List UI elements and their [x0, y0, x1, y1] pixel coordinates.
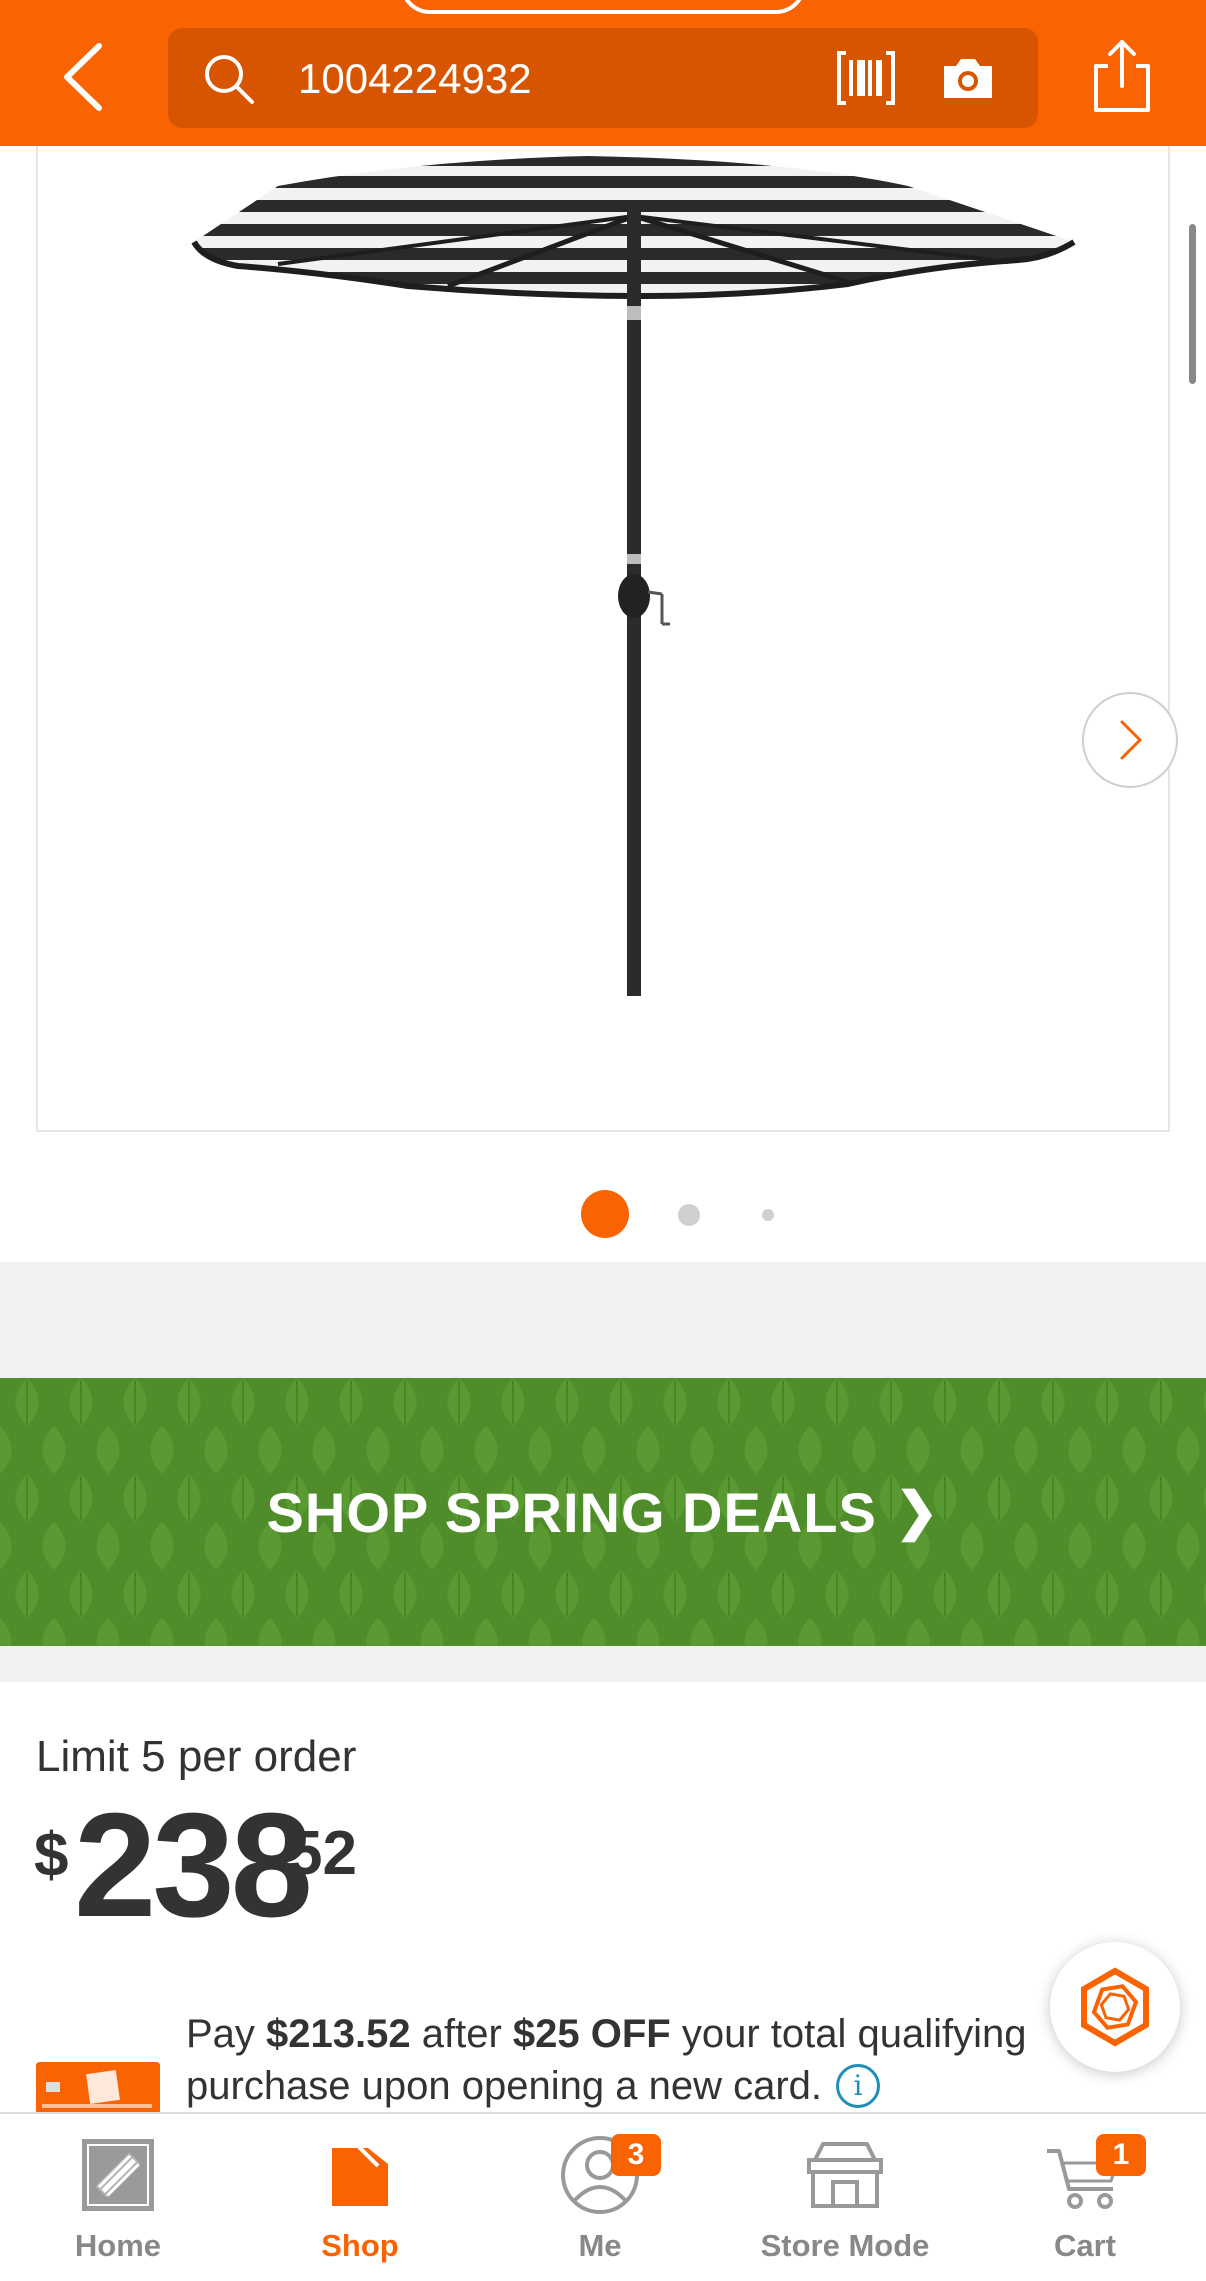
product-gallery	[0, 146, 1206, 1260]
camera-icon[interactable]	[940, 54, 996, 102]
me-badge: 3	[611, 2134, 661, 2176]
price-section: Limit 5 per order $ 238 52 Pay $213.52 a…	[0, 1682, 1206, 2114]
bottom-nav: Home Shop 3 Me Store Mode 1 Cart	[0, 2112, 1206, 2281]
search-input[interactable]: 1004224932	[298, 52, 532, 106]
share-icon	[1094, 40, 1150, 112]
product-image-umbrella	[191, 156, 1076, 996]
product-image-frame[interactable]	[36, 146, 1178, 1132]
purchase-limit: Limit 5 per order	[36, 1732, 357, 1781]
back-chevron-icon	[64, 43, 102, 111]
shop-spring-deals-banner[interactable]: SHOP SPRING DEALS ❯	[0, 1378, 1206, 1646]
nav-me-label: Me	[578, 2228, 622, 2263]
nav-store-mode[interactable]: Store Mode	[740, 2114, 950, 2281]
offer-price: $213.52	[266, 2012, 411, 2056]
price-currency: $	[34, 1821, 69, 1890]
cart-icon: 1	[1040, 2134, 1146, 2216]
nav-home-label: Home	[74, 2228, 162, 2263]
nav-me[interactable]: 3 Me	[540, 2114, 661, 2281]
nav-store-mode-label: Store Mode	[760, 2228, 930, 2263]
nav-cart-label: Cart	[1053, 2228, 1116, 2263]
promo-label: SHOP SPRING DEALS ❯	[0, 1378, 1206, 1646]
nav-home[interactable]: Home	[58, 2114, 178, 2281]
info-icon[interactable]: i	[836, 2064, 881, 2108]
offer-discount: $25 OFF	[512, 2012, 671, 2056]
chevron-right-icon	[1120, 720, 1142, 760]
card-offer-line2: purchase upon opening a new card. i	[186, 2064, 881, 2109]
pagination-dot[interactable]	[678, 1204, 700, 1226]
price-dollars: 238	[74, 1783, 313, 1948]
offer-text: purchase upon opening a new card.	[186, 2064, 823, 2108]
promo-text: SHOP SPRING DEALS	[266, 1480, 877, 1544]
nav-cart[interactable]: 1 Cart	[1025, 2114, 1146, 2281]
status-notch	[400, 0, 806, 14]
share-button[interactable]	[1088, 36, 1156, 116]
chevron-right-icon: ❯	[894, 1483, 940, 1541]
offer-text: your total qualifying	[670, 2012, 1027, 2056]
section-divider	[0, 1646, 1206, 1682]
hexagon-assistant-icon	[1081, 1967, 1149, 2047]
credit-card-image	[36, 2062, 160, 2114]
shop-tag-icon	[315, 2134, 405, 2216]
nav-shop[interactable]: Shop	[300, 2114, 420, 2281]
section-divider	[0, 1262, 1206, 1378]
pagination-dot-active[interactable]	[581, 1190, 629, 1238]
back-button[interactable]	[48, 38, 118, 116]
offer-text: after	[410, 2012, 513, 2056]
price-cents: 52	[288, 1819, 357, 1888]
chat-assistant-button[interactable]	[1050, 1942, 1180, 2072]
next-image-button[interactable]	[1082, 692, 1178, 788]
scroll-indicator	[1189, 224, 1196, 384]
store-icon	[800, 2134, 890, 2216]
top-header: 1004224932	[0, 0, 1206, 146]
gallery-pagination	[0, 1166, 1206, 1238]
offer-text: Pay	[186, 2012, 267, 2056]
cart-badge: 1	[1096, 2134, 1146, 2176]
card-offer-line1: Pay $213.52 after $25 OFF your total qua…	[186, 2012, 1027, 2057]
home-depot-logo-icon	[73, 2134, 163, 2216]
nav-shop-label: Shop	[321, 2228, 399, 2263]
user-icon: 3	[555, 2134, 661, 2216]
barcode-icon[interactable]	[836, 50, 896, 106]
pagination-dot[interactable]	[762, 1209, 774, 1221]
search-bar[interactable]: 1004224932	[168, 28, 1038, 128]
search-icon	[205, 55, 254, 104]
